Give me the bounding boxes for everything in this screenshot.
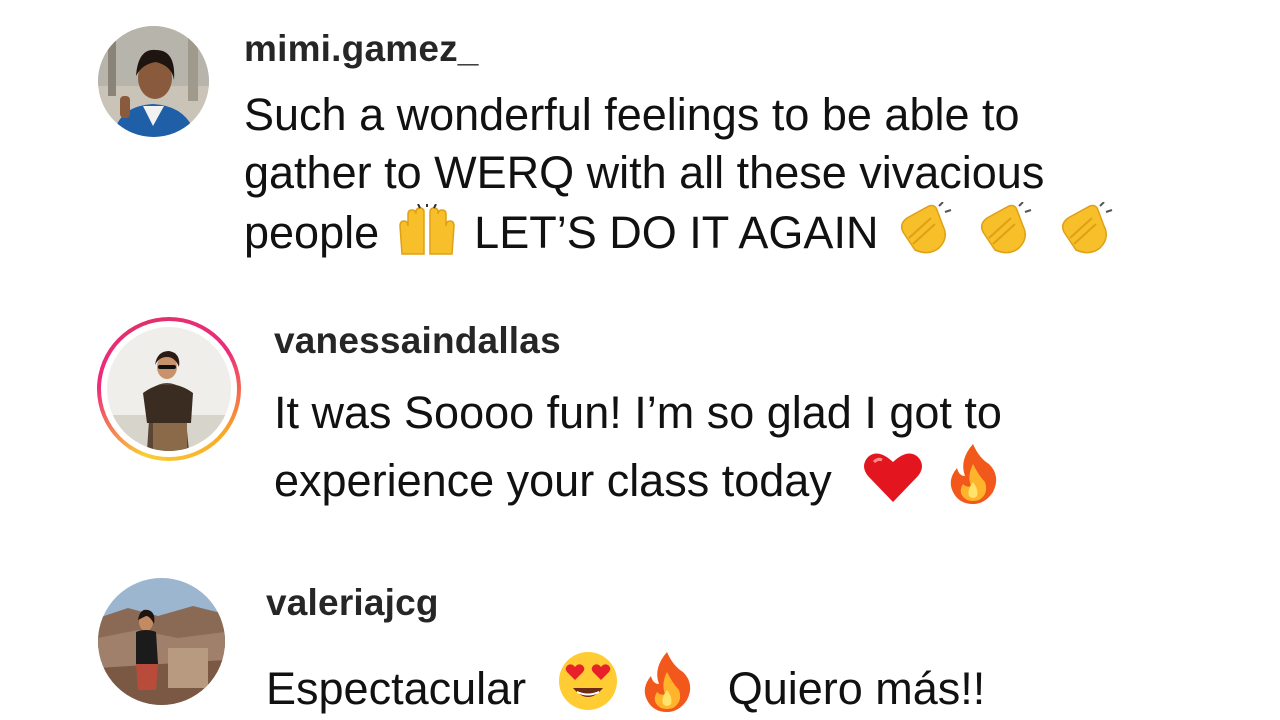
story-ring[interactable] [97, 317, 241, 461]
comment-item: valeriajcg Espectacular Quiero más!! [0, 560, 1280, 720]
comment-text-line: It was Soooo fun! I’m so glad I got to [274, 387, 1002, 438]
raising-hands-emoji [396, 204, 458, 256]
clapping-hands-emoji [975, 202, 1035, 256]
comment-text: Espectacular Quiero más!! [266, 650, 985, 718]
clapping-hands-emoji [1056, 202, 1116, 256]
comment-text-line: people LET’S DO IT AGAIN [244, 202, 1120, 262]
comment-text-line: experience your class today [274, 442, 1005, 510]
comment-text-segment: Quiero más!! [727, 663, 986, 714]
avatar[interactable] [98, 578, 225, 705]
avatar[interactable] [98, 26, 209, 137]
comment-text: It was Soooo fun! I’m so glad I got to e… [274, 384, 1005, 510]
comment-username[interactable]: valeriajcg [266, 582, 439, 624]
avatar[interactable] [107, 327, 231, 451]
comment-item: vanessaindallas It was Soooo fun! I’m so… [0, 300, 1280, 550]
fire-emoji [639, 650, 695, 712]
comment-text: Such a wonderful feelings to be able to … [244, 86, 1120, 262]
fire-emoji [945, 442, 1001, 504]
avatar-photo [98, 578, 225, 705]
clapping-hands-emoji [895, 202, 955, 256]
red-heart-emoji [862, 450, 924, 504]
comment-text-line: Such a wonderful feelings to be able to [244, 89, 1020, 140]
comment-username[interactable]: mimi.gamez_ [244, 28, 479, 70]
comment-item: mimi.gamez_ Such a wonderful feelings to… [0, 0, 1280, 290]
comment-text-line: gather to WERQ with all these vivacious [244, 147, 1045, 198]
comment-text-segment: people [244, 207, 380, 258]
comment-text-line: Espectacular Quiero más!! [266, 650, 985, 718]
avatar-photo [98, 26, 209, 137]
comment-username[interactable]: vanessaindallas [274, 320, 561, 362]
heart-eyes-emoji [557, 650, 619, 712]
avatar-photo [107, 327, 231, 451]
comment-text-segment: experience your class today [274, 455, 832, 506]
comment-text-segment: LET’S DO IT AGAIN [474, 207, 879, 258]
comment-text-segment: Espectacular [266, 663, 527, 714]
